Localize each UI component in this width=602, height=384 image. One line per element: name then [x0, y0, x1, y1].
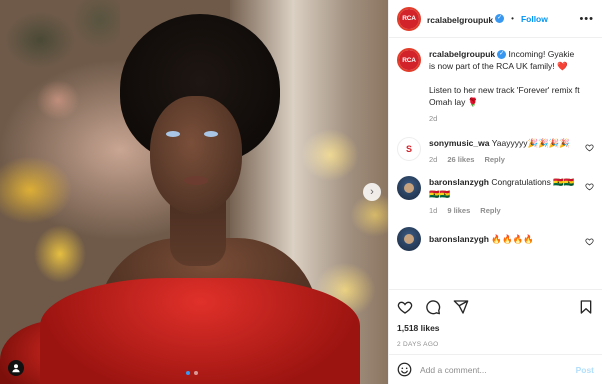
post-header: RCA rcalabelgroupuk ✓ • Follow •••: [389, 0, 602, 38]
action-bar: [389, 289, 602, 323]
avatar[interactable]: [397, 176, 421, 200]
comment-body: baronslanzygh Congratulations 🇬🇭🇬🇭🇬🇭🇬🇭 1…: [429, 176, 594, 215]
caption-text: rcalabelgroupuk ✓ Incoming! Gyakie is now…: [429, 48, 594, 72]
comment-username[interactable]: baronslanzygh: [429, 177, 489, 187]
next-image-button[interactable]: ›: [363, 183, 381, 201]
comment-text: sonymusic_wa Yaayyyyy🎉🎉🎉🎉: [429, 137, 584, 149]
photo-dress: [40, 278, 360, 384]
heart-icon[interactable]: [585, 182, 594, 191]
comment-content: Yaayyyyy🎉🎉🎉🎉: [491, 138, 570, 148]
avatar[interactable]: RCA: [397, 6, 421, 31]
comment-item: baronslanzygh Congratulations 🇬🇭🇬🇭🇬🇭🇬🇭 1…: [397, 176, 594, 215]
comment-icon[interactable]: [425, 299, 441, 315]
post-timestamp: 2 DAYS AGO: [397, 341, 439, 348]
photo-eye-left: [166, 131, 180, 137]
tagged-users-button[interactable]: [8, 360, 24, 376]
comment-text: baronslanzygh 🔥🔥🔥🔥: [429, 233, 548, 245]
reply-button[interactable]: Reply: [484, 155, 504, 164]
comment-likes[interactable]: 26 likes: [447, 155, 474, 164]
post-comment-button[interactable]: Post: [576, 365, 594, 375]
sony-logo-icon: S: [405, 144, 412, 154]
caption-meta: 2d: [429, 114, 594, 123]
comment-content: 🔥🔥🔥🔥: [491, 234, 534, 244]
comment-text: baronslanzygh Congratulations 🇬🇭🇬🇭🇬🇭🇬🇭: [429, 176, 594, 200]
comment-item: baronslanzygh 🔥🔥🔥🔥: [397, 227, 594, 251]
more-options-icon[interactable]: •••: [579, 13, 594, 25]
comment-body: sonymusic_wa Yaayyyyy🎉🎉🎉🎉 2d 26 likes Re…: [429, 137, 584, 164]
verified-badge-icon: ✓: [495, 13, 505, 23]
caption-body: rcalabelgroupuk ✓ Incoming! Gyakie is now…: [429, 48, 594, 123]
post-username-wrap: rcalabelgroupuk ✓: [427, 10, 505, 28]
avatar[interactable]: S: [397, 137, 421, 161]
separator-dot: •: [511, 14, 514, 23]
comment-meta: 2d 26 likes Reply: [429, 155, 584, 164]
avatar[interactable]: [397, 227, 421, 251]
caption-time[interactable]: 2d: [429, 114, 437, 123]
avatar-face: [404, 183, 414, 193]
caption-username[interactable]: rcalabelgroupuk: [429, 49, 495, 59]
comments-list: RCA rcalabelgroupuk ✓ Incoming! Gyakie is…: [389, 38, 602, 289]
instagram-post: › RCA rcalabelgroupuk ✓ • Follow ••• RCA…: [0, 0, 602, 384]
chevron-right-icon: ›: [370, 185, 374, 198]
comment-username[interactable]: baronslanzygh: [429, 234, 489, 244]
emoji-icon[interactable]: [397, 362, 412, 377]
reply-button[interactable]: Reply: [480, 206, 500, 215]
verified-badge-icon: ✓: [497, 50, 507, 60]
photo-eye-right: [204, 131, 218, 137]
post-side-panel: RCA rcalabelgroupuk ✓ • Follow ••• RCA rc…: [388, 0, 602, 384]
avatar-face: [404, 234, 414, 244]
bookmark-icon[interactable]: [578, 299, 594, 315]
like-count[interactable]: 1,518 likes: [389, 323, 602, 337]
photo-foliage: [0, 0, 120, 140]
caption-line-2: Listen to her new track 'Forever' remix …: [429, 85, 580, 107]
avatar[interactable]: RCA: [397, 48, 421, 72]
photo-lips: [184, 176, 208, 185]
carousel-dot: [194, 371, 198, 375]
comment-item: S sonymusic_wa Yaayyyyy🎉🎉🎉🎉 2d 26 likes …: [397, 137, 594, 164]
post-photo[interactable]: ›: [0, 0, 388, 384]
user-icon: [12, 364, 20, 373]
comment-time[interactable]: 2d: [429, 155, 437, 164]
comment-meta: 1d 9 likes Reply: [429, 206, 594, 215]
comment-time[interactable]: 1d: [429, 206, 437, 215]
carousel-dot-active: [186, 371, 190, 375]
heart-icon[interactable]: [585, 143, 594, 152]
photo-face: [150, 96, 242, 214]
share-icon[interactable]: [453, 299, 469, 315]
caption: RCA rcalabelgroupuk ✓ Incoming! Gyakie is…: [397, 48, 594, 123]
post-username[interactable]: rcalabelgroupuk: [427, 15, 493, 25]
rca-logo: RCA: [399, 50, 419, 70]
comment-likes[interactable]: 9 likes: [447, 206, 470, 215]
carousel-indicator: [186, 371, 198, 375]
comment-input[interactable]: Add a comment...: [420, 365, 568, 375]
comment-username[interactable]: sonymusic_wa: [429, 138, 489, 148]
follow-button[interactable]: Follow: [521, 14, 548, 24]
comment-composer: Add a comment... Post: [389, 354, 602, 384]
heart-icon[interactable]: [585, 237, 594, 246]
rca-logo: RCA: [399, 8, 419, 29]
heart-icon[interactable]: [397, 299, 413, 315]
comment-body: baronslanzygh 🔥🔥🔥🔥: [429, 227, 548, 251]
